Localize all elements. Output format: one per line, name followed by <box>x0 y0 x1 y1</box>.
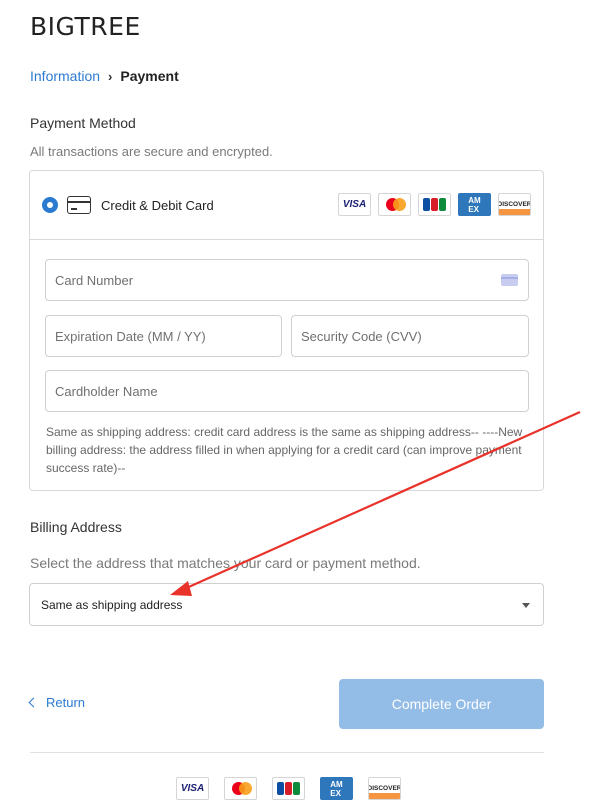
cardholder-name-placeholder: Cardholder Name <box>55 383 158 399</box>
breadcrumb-current-payment: Payment <box>120 68 179 84</box>
amex-icon: AM EX <box>458 193 491 216</box>
mastercard-icon <box>378 193 411 216</box>
payment-method-subtitle: All transactions are secure and encrypte… <box>30 144 273 159</box>
amex-icon: AM EX <box>320 777 353 800</box>
breadcrumb: Information › Payment <box>30 68 179 84</box>
card-placeholder-icon <box>501 274 518 286</box>
discover-icon: DISCOVER <box>368 777 401 800</box>
jcb-icon <box>418 193 451 216</box>
billing-address-selected: Same as shipping address <box>41 597 183 612</box>
breadcrumb-separator: › <box>108 68 113 84</box>
card-number-field[interactable]: Card Number <box>45 259 529 301</box>
billing-address-subtitle: Select the address that matches your car… <box>30 555 421 571</box>
visa-icon: VISA <box>176 777 209 800</box>
credit-card-icon <box>67 196 91 214</box>
cardholder-name-field[interactable]: Cardholder Name <box>45 370 529 412</box>
store-logo[interactable]: BIGTREE <box>30 12 141 41</box>
breadcrumb-information-link[interactable]: Information <box>30 68 100 84</box>
billing-address-title: Billing Address <box>30 519 122 535</box>
discover-icon: DISCOVER <box>498 193 531 216</box>
jcb-icon <box>272 777 305 800</box>
credit-card-label: Credit & Debit Card <box>101 198 214 213</box>
security-code-field[interactable]: Security Code (CVV) <box>291 315 529 357</box>
complete-order-button[interactable]: Complete Order <box>339 679 544 729</box>
security-code-placeholder: Security Code (CVV) <box>301 328 422 344</box>
expiration-date-field[interactable]: Expiration Date (MM / YY) <box>45 315 282 357</box>
card-number-placeholder: Card Number <box>55 272 134 288</box>
return-link[interactable]: Return <box>28 695 86 710</box>
billing-address-select[interactable]: Same as shipping address <box>29 583 544 626</box>
mastercard-icon <box>224 777 257 800</box>
credit-card-radio[interactable] <box>42 197 58 213</box>
footer-card-logos: VISA AM EX DISCOVER <box>176 777 401 800</box>
payment-method-panel: Credit & Debit Card VISA AM EX DISCOVER C… <box>29 170 544 491</box>
payment-method-title: Payment Method <box>30 115 136 131</box>
credit-card-option[interactable]: Credit & Debit Card VISA AM EX DISCOVER <box>30 171 543 240</box>
footer-divider <box>30 752 544 753</box>
visa-icon: VISA <box>338 193 371 216</box>
chevron-left-icon <box>28 697 39 708</box>
card-brand-logos: VISA AM EX DISCOVER <box>338 193 531 216</box>
expiration-date-placeholder: Expiration Date (MM / YY) <box>55 328 206 344</box>
return-label: Return <box>46 695 86 710</box>
caret-down-icon <box>522 603 530 608</box>
billing-note-text: Same as shipping address: credit card ad… <box>46 425 523 475</box>
